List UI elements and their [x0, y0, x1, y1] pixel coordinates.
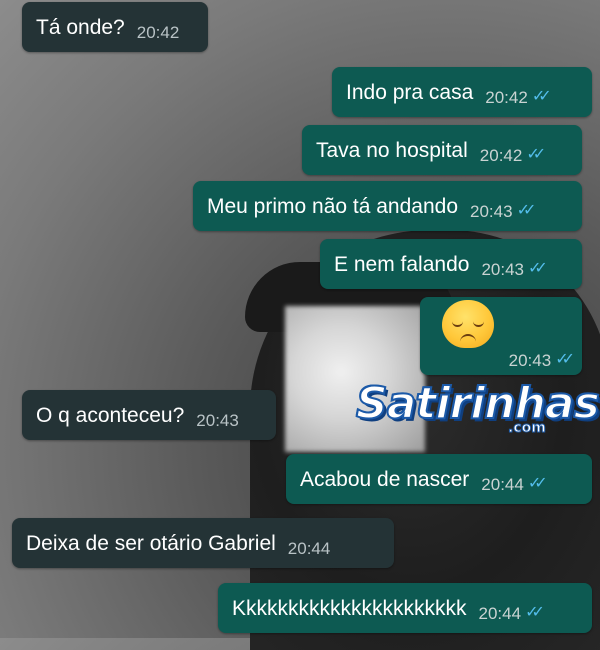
message-meta: 20:44 ✓✓: [478, 603, 545, 623]
message-bubble-incoming[interactable]: Deixa de ser otário Gabriel 20:44: [12, 518, 394, 568]
message-time: 20:43: [481, 259, 524, 279]
message-time: 20:43: [196, 410, 239, 430]
message-meta: 20:43 ✓✓: [481, 259, 548, 279]
message-bubble-outgoing[interactable]: E nem falando 20:43 ✓✓: [320, 239, 582, 289]
message-text: Indo pra casa: [346, 80, 474, 104]
message-meta: 20:43: [196, 412, 239, 429]
message-text: Acabou de nascer: [300, 467, 470, 491]
message-time: 20:42: [479, 145, 523, 165]
message-meta: 20:44 ✓✓: [481, 474, 548, 494]
message-text: Kkkkkkkkkkkkkkkkkkkkkk: [232, 596, 467, 620]
message-meta: 20:43 ✓✓: [508, 350, 575, 370]
message-time: 20:42: [485, 87, 528, 107]
message-text: E nem falando: [334, 252, 470, 276]
message-bubble-incoming[interactable]: Tá onde? 20:42: [22, 2, 208, 52]
read-receipt-icon: ✓✓: [516, 202, 537, 219]
message-bubble-outgoing-emoji[interactable]: 20:43 ✓✓: [420, 297, 582, 375]
satirinhas-watermark-logo: Satirinhas: [355, 377, 600, 430]
message-bubble-outgoing[interactable]: Kkkkkkkkkkkkkkkkkkkkkk 20:44 ✓✓: [218, 583, 592, 633]
satirinhas-watermark-domain: .com: [508, 420, 547, 437]
message-time: 20:42: [136, 22, 180, 42]
message-bubble-incoming[interactable]: O q aconteceu? 20:43: [22, 390, 276, 440]
message-bubble-outgoing[interactable]: Acabou de nascer 20:44 ✓✓: [286, 454, 592, 504]
message-meta: 20:43 ✓✓: [470, 201, 537, 221]
read-receipt-icon: ✓✓: [531, 88, 552, 105]
message-bubble-outgoing[interactable]: Meu primo não tá andando 20:43 ✓✓: [193, 181, 582, 231]
message-time: 20:43: [508, 350, 552, 370]
message-time: 20:43: [470, 201, 513, 221]
read-receipt-icon: ✓✓: [526, 146, 546, 163]
message-meta: 20:44: [288, 540, 331, 557]
read-receipt-icon: ✓✓: [527, 475, 548, 492]
message-text: Deixa de ser otário Gabriel: [26, 531, 276, 555]
message-meta: 20:42 ✓✓: [479, 145, 546, 165]
message-text: Tava no hospital: [316, 138, 468, 162]
message-text: O q aconteceu?: [36, 403, 185, 427]
message-time: 20:44: [481, 474, 524, 494]
message-text: Tá onde?: [36, 15, 125, 39]
read-receipt-icon: ✓✓: [527, 260, 548, 277]
message-time: 20:44: [478, 603, 522, 623]
message-bubble-outgoing[interactable]: Indo pra casa 20:42 ✓✓: [332, 67, 592, 117]
read-receipt-icon: ✓✓: [525, 604, 545, 621]
pensive-face-emoji-icon: [442, 299, 494, 348]
message-bubble-outgoing[interactable]: Tava no hospital 20:42 ✓✓: [302, 125, 582, 175]
message-time: 20:44: [287, 538, 331, 558]
message-meta: 20:42 ✓✓: [485, 87, 552, 107]
message-meta: 20:42: [137, 24, 180, 41]
read-receipt-icon: ✓✓: [555, 351, 575, 368]
message-text: Meu primo não tá andando: [207, 194, 459, 218]
